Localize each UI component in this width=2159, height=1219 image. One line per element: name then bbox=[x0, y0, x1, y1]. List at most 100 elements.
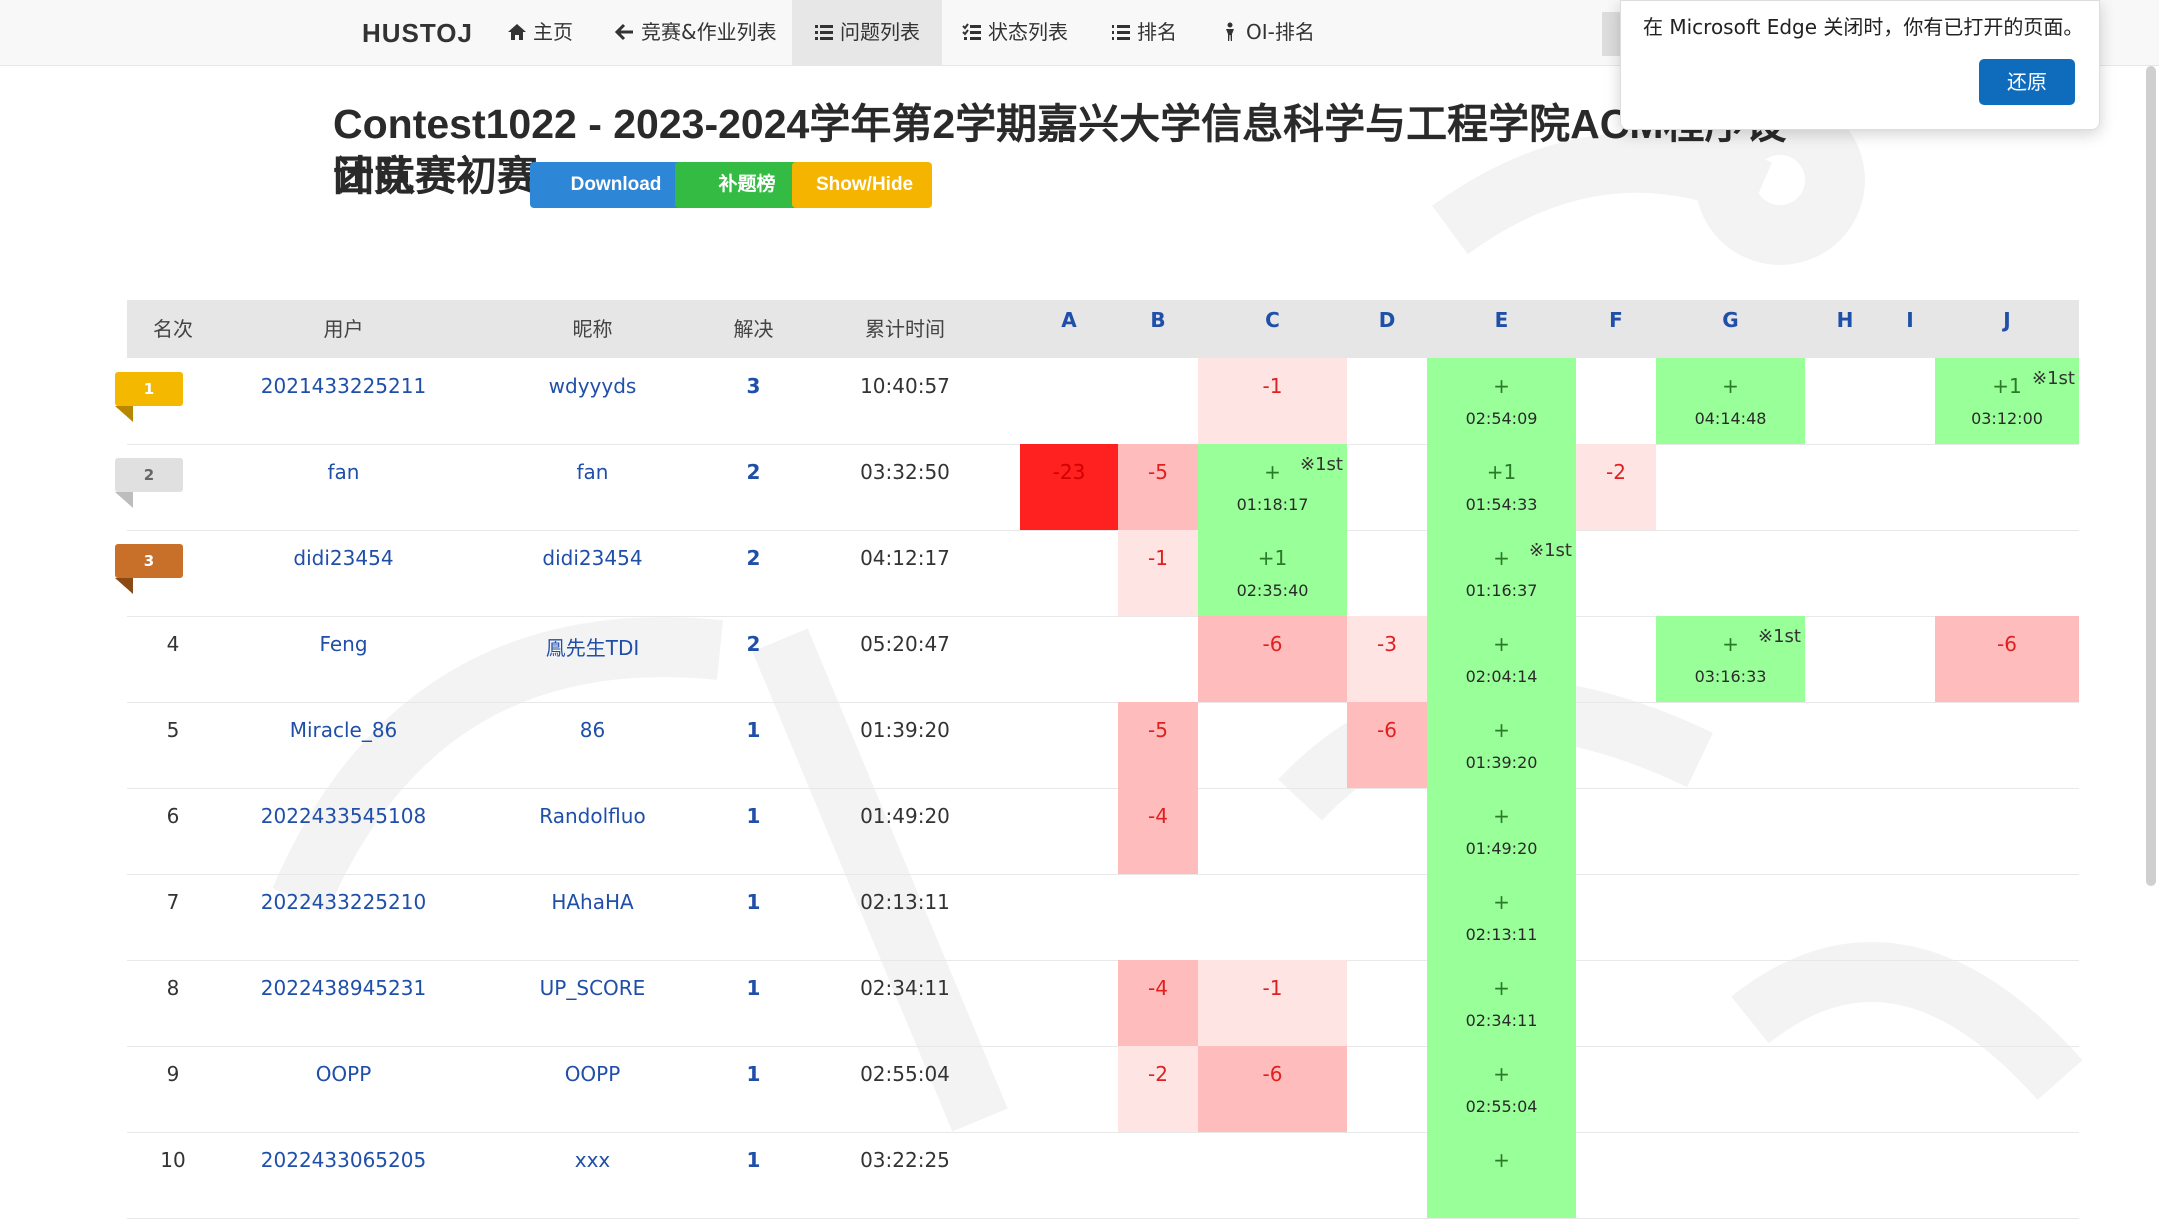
nav-oi-ranklist-label: OI-排名 bbox=[1246, 20, 1315, 44]
user-link[interactable]: didi23454 bbox=[219, 546, 468, 570]
accept-time: 01:18:17 bbox=[1236, 495, 1309, 514]
penalty-time-cell: 04:12:17 bbox=[790, 530, 1020, 616]
accept-time: 04:14:48 bbox=[1694, 409, 1767, 428]
header-problem-i[interactable]: I bbox=[1885, 300, 1935, 358]
problem-cell-e: +02:13:11 bbox=[1427, 874, 1576, 960]
nick-link[interactable]: didi23454 bbox=[468, 546, 717, 570]
header-problem-b[interactable]: B bbox=[1118, 300, 1198, 358]
first-blood-mark: ※1st bbox=[1529, 540, 1572, 561]
page-scrollbar[interactable] bbox=[2146, 66, 2156, 886]
user-link[interactable]: Miracle_86 bbox=[219, 718, 468, 742]
nick-link[interactable]: Randolfluo bbox=[468, 804, 717, 828]
header-penalty[interactable]: 累计时间 bbox=[790, 300, 1020, 358]
problem-cell-b: -5 bbox=[1118, 444, 1198, 530]
solved-count-cell: 3 bbox=[717, 358, 790, 444]
solved-count[interactable]: 1 bbox=[717, 718, 790, 742]
table-row: 9 OOPP OOPP 1 02:55:04 -2 -6 +02:55:04 bbox=[127, 1046, 2079, 1133]
problem-result: +1 bbox=[1486, 460, 1517, 484]
penalty-time-cell: 01:49:20 bbox=[790, 788, 1020, 874]
problem-cell-e: +01:39:20 bbox=[1427, 702, 1576, 788]
table-row: 6 2022433545108 Randolfluo 1 01:49:20 -4 +01:4… bbox=[127, 788, 2079, 875]
nav-home[interactable]: 主页 bbox=[485, 0, 595, 65]
user-link[interactable]: 2022438945231 bbox=[219, 976, 468, 1000]
header-problem-j[interactable]: J bbox=[1935, 300, 2079, 358]
header-solved[interactable]: 解决 bbox=[717, 300, 790, 358]
header-problem-e[interactable]: E bbox=[1427, 300, 1576, 358]
page-title-line2: 团队赛初赛 bbox=[333, 153, 538, 199]
nick-link-cell: wdyyyds bbox=[468, 358, 717, 444]
solved-count[interactable]: 1 bbox=[717, 1148, 790, 1172]
header-problem-c[interactable]: C bbox=[1198, 300, 1347, 358]
solved-count[interactable]: 2 bbox=[717, 546, 790, 570]
nick-link[interactable]: xxx bbox=[468, 1148, 717, 1172]
problem-cell-j: +1 03:12:00 ※1st bbox=[1935, 358, 2079, 444]
header-problem-g[interactable]: G bbox=[1656, 300, 1805, 358]
solved-count[interactable]: 3 bbox=[717, 374, 790, 398]
nick-link[interactable]: 86 bbox=[468, 718, 717, 742]
penalty-time: 01:49:20 bbox=[860, 804, 950, 828]
accept-time: 01:16:37 bbox=[1465, 581, 1538, 600]
problem-result: + bbox=[1493, 890, 1510, 914]
user-link-cell: fan bbox=[219, 444, 468, 530]
user-link[interactable]: 2022433065205 bbox=[219, 1148, 468, 1172]
solved-count-cell: 1 bbox=[717, 1046, 790, 1132]
solved-count[interactable]: 2 bbox=[717, 632, 790, 656]
solved-count-cell: 1 bbox=[717, 960, 790, 1046]
nick-link[interactable]: wdyyyds bbox=[468, 374, 717, 398]
nick-link[interactable]: fan bbox=[468, 460, 717, 484]
problem-result: -6 bbox=[1997, 632, 2017, 656]
accept-time: 02:35:40 bbox=[1236, 581, 1309, 600]
solved-count[interactable]: 1 bbox=[717, 1062, 790, 1086]
rank-cell: 8 bbox=[127, 960, 219, 1046]
rank-number: 7 bbox=[166, 890, 180, 914]
brand-logo[interactable]: HUSTOJ bbox=[362, 18, 473, 49]
nav-search-stub[interactable] bbox=[1602, 12, 1622, 56]
table-row: 8 2022438945231 UP_SCORE 1 02:34:11 -4 -1 +02:3… bbox=[127, 960, 2079, 1047]
solved-count[interactable]: 2 bbox=[717, 460, 790, 484]
show-hide-button[interactable]: Show/Hide bbox=[792, 162, 932, 208]
edge-restore-popup: 在 Microsoft Edge 关闭时，你有已打开的页面。 还原 bbox=[1620, 0, 2100, 130]
restore-button[interactable]: 还原 bbox=[1979, 59, 2075, 105]
nick-link[interactable]: UP_SCORE bbox=[468, 976, 717, 1000]
nick-link[interactable]: OOPP bbox=[468, 1062, 717, 1086]
problem-result: -1 bbox=[1262, 976, 1283, 1000]
user-link[interactable]: Feng bbox=[219, 632, 468, 656]
nick-link[interactable]: 鳯先生TDI bbox=[468, 632, 717, 661]
nick-link[interactable]: HAhaHA bbox=[468, 890, 717, 914]
penalty-time: 02:34:11 bbox=[860, 976, 950, 1000]
nav-oi-ranklist[interactable]: OI-排名 bbox=[1198, 0, 1337, 65]
user-link[interactable]: 2021433225211 bbox=[219, 374, 468, 398]
user-link[interactable]: OOPP bbox=[219, 1062, 468, 1086]
nav-status[interactable]: 状态列表 bbox=[940, 0, 1090, 65]
solved-count-cell: 1 bbox=[717, 1132, 790, 1218]
nav-contests[interactable]: 竞赛&作业列表 bbox=[593, 0, 799, 65]
problem-result: + bbox=[1493, 718, 1510, 742]
solved-count-cell: 2 bbox=[717, 444, 790, 530]
header-user[interactable]: 用户 bbox=[219, 300, 468, 358]
header-problem-a[interactable]: A bbox=[1020, 300, 1118, 358]
solved-count[interactable]: 1 bbox=[717, 804, 790, 828]
nav-problems[interactable]: 问题列表 bbox=[792, 0, 942, 65]
penalty-time: 01:39:20 bbox=[860, 718, 950, 742]
user-link[interactable]: 2022433225210 bbox=[219, 890, 468, 914]
header-problem-h[interactable]: H bbox=[1805, 300, 1885, 358]
solved-count[interactable]: 1 bbox=[717, 976, 790, 1000]
nav-ranklist[interactable]: 排名 bbox=[1089, 0, 1199, 65]
nav-ranklist-label: 排名 bbox=[1137, 20, 1177, 44]
user-link-cell: OOPP bbox=[219, 1046, 468, 1132]
header-problem-d[interactable]: D bbox=[1347, 300, 1427, 358]
rank-number: 5 bbox=[166, 718, 180, 742]
rank-cell: 3 bbox=[115, 530, 219, 616]
problem-result: + bbox=[1722, 374, 1739, 398]
problem-cell-e: +02:34:11 bbox=[1427, 960, 1576, 1046]
problem-cell-g: +03:16:33 ※1st bbox=[1656, 616, 1805, 702]
penalty-time-cell: 05:20:47 bbox=[790, 616, 1020, 702]
solved-count[interactable]: 1 bbox=[717, 890, 790, 914]
user-link[interactable]: 2022433545108 bbox=[219, 804, 468, 828]
header-nick[interactable]: 昵称 bbox=[468, 300, 717, 358]
user-link[interactable]: fan bbox=[219, 460, 468, 484]
nick-link-cell: OOPP bbox=[468, 1046, 717, 1132]
header-rank[interactable]: 名次 bbox=[127, 300, 219, 358]
tasks-icon bbox=[962, 22, 982, 42]
header-problem-f[interactable]: F bbox=[1576, 300, 1656, 358]
